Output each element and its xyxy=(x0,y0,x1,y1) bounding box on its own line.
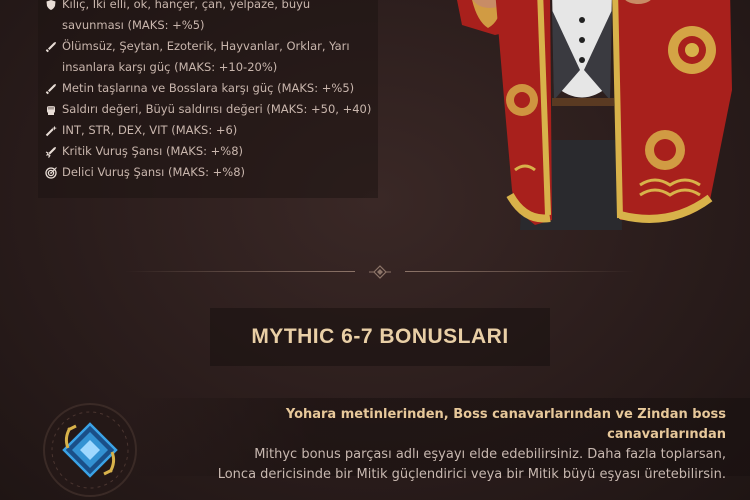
shield-icon xyxy=(45,0,57,11)
critical-strike-icon xyxy=(45,146,57,158)
bonus-text: insanlara karşı güç (MAKS: +10-20%) xyxy=(62,60,278,74)
section-title: MYTHIC 6-7 BONUSLARI xyxy=(251,325,509,348)
title-band: MYTHIC 6-7 BONUSLARI xyxy=(210,308,550,366)
bonus-item: savunması (MAKS: +%5) xyxy=(45,15,385,36)
promo-page: Kılıç, İki elli, ok, hançer, çan, yelpaz… xyxy=(0,0,750,500)
section-divider xyxy=(125,265,635,279)
bonus-text: Kritik Vuruş Şansı (MAKS: +%8) xyxy=(62,144,244,158)
bonus-item: Saldırı değeri, Büyü saldırısı değeri (M… xyxy=(45,99,385,120)
bonus-text: savunması (MAKS: +%5) xyxy=(62,18,205,32)
bonus-list: Kılıç, İki elli, ok, hançer, çan, yelpaz… xyxy=(45,0,385,183)
bonus-text: Delici Vuruş Şansı (MAKS: +%8) xyxy=(62,165,246,179)
description: Yohara metinlerinden, Boss canavarlarınd… xyxy=(166,405,726,485)
divider-line-right xyxy=(405,271,635,272)
mythic-emblem-icon xyxy=(40,400,140,500)
bonus-text: Saldırı değeri, Büyü saldırısı değeri (M… xyxy=(62,102,372,116)
description-line: Lonca dericisinde bir Mitik güçlendirici… xyxy=(217,467,726,482)
bonus-text: Metin taşlarına ve Bosslara karşı güç (M… xyxy=(62,81,355,95)
bonus-item: Kritik Vuruş Şansı (MAKS: +%8) xyxy=(45,141,385,162)
sword-icon xyxy=(45,41,57,53)
target-icon xyxy=(45,167,57,179)
description-lead: Yohara metinlerinden, Boss canavarlarınd… xyxy=(285,407,726,442)
bonus-text: Kılıç, İki elli, ok, hançer, çan, yelpaz… xyxy=(62,0,311,11)
bonus-item: Delici Vuruş Şansı (MAKS: +%8) xyxy=(45,162,385,183)
sword-icon xyxy=(45,83,57,95)
wand-icon xyxy=(45,125,57,137)
bonus-item: Metin taşlarına ve Bosslara karşı güç (M… xyxy=(45,78,385,99)
bonus-item: INT, STR, DEX, VIT (MAKS: +6) xyxy=(45,120,385,141)
fist-icon xyxy=(45,104,57,116)
bonus-text: INT, STR, DEX, VIT (MAKS: +6) xyxy=(62,123,238,137)
character-artwork xyxy=(440,0,740,230)
bonus-item: Kılıç, İki elli, ok, hançer, çan, yelpaz… xyxy=(45,0,385,15)
divider-line-left xyxy=(125,271,355,272)
bonus-item: Ölümsüz, Şeytan, Ezoterik, Hayvanlar, Or… xyxy=(45,36,385,57)
bonus-text: Ölümsüz, Şeytan, Ezoterik, Hayvanlar, Or… xyxy=(62,39,350,53)
bonus-item: insanlara karşı güç (MAKS: +10-20%) xyxy=(45,57,385,78)
diamond-ornament-icon xyxy=(368,265,392,279)
description-line: Mithyc bonus parçası adlı eşyayı elde ed… xyxy=(254,447,726,462)
